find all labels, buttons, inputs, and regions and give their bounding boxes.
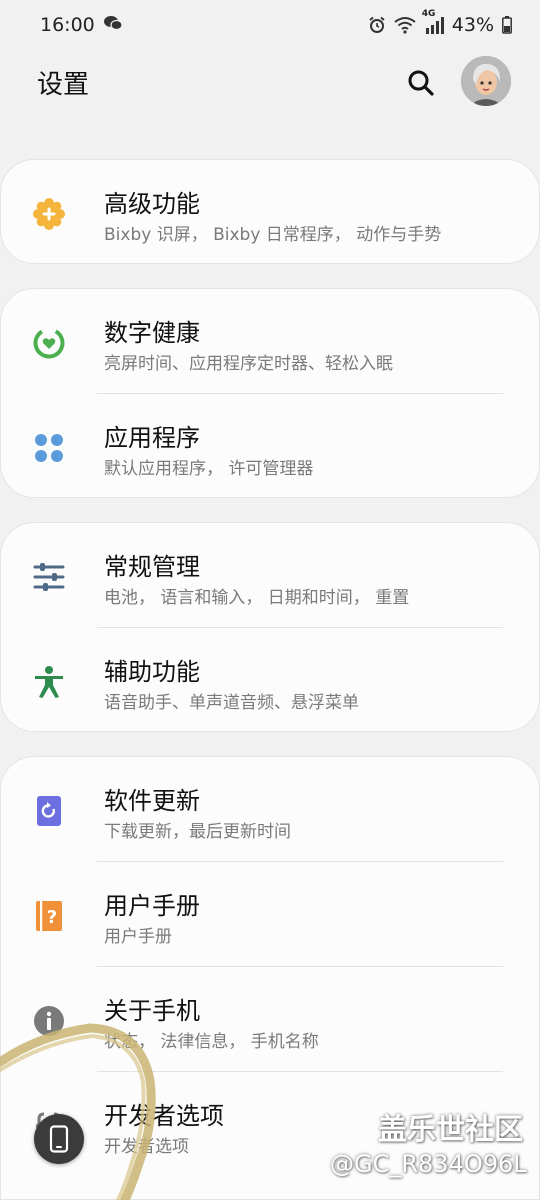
settings-item-accessibility[interactable]: 辅助功能 语音助手、单声道音频、悬浮菜单: [1, 628, 539, 733]
status-time: 16:00: [40, 14, 95, 36]
settings-item-digital-wellbeing[interactable]: 数字健康 亮屏时间、应用程序定时器、轻松入眠: [1, 289, 539, 394]
item-title: 用户手册: [104, 892, 200, 920]
apps-icon: [31, 430, 67, 466]
alarm-icon: [368, 16, 386, 34]
header: 设置: [0, 52, 540, 112]
wifi-icon: [394, 16, 416, 34]
item-subtitle: 状态， 法律信息， 手机名称: [104, 1032, 319, 1052]
settings-card-wellbeing: 数字健康 亮屏时间、应用程序定时器、轻松入眠 应用程序 默认应用程序， 许可管理…: [0, 288, 540, 498]
battery-percent: 43%: [451, 14, 494, 36]
item-title: 应用程序: [104, 424, 200, 452]
watermark-handle: @GC_R834O96L: [330, 1150, 527, 1178]
advanced-features-icon: [31, 196, 67, 232]
item-title: 开发者选项: [104, 1102, 224, 1130]
settings-item-apps[interactable]: 应用程序 默认应用程序， 许可管理器: [1, 394, 539, 499]
svg-text:?: ?: [47, 907, 57, 928]
search-icon: [408, 70, 434, 96]
battery-icon: [502, 16, 512, 34]
item-title: 常规管理: [104, 553, 200, 581]
accessibility-icon: [31, 664, 67, 700]
search-button[interactable]: [404, 66, 438, 100]
item-title: 软件更新: [104, 787, 200, 815]
info-icon: [31, 1003, 67, 1039]
phone-icon: [49, 1125, 69, 1153]
item-subtitle: 语音助手、单声道音频、悬浮菜单: [104, 693, 359, 713]
sliders-icon: [31, 559, 67, 595]
item-subtitle: 电池， 语言和输入， 日期和时间， 重置: [104, 588, 410, 608]
item-title: 高级功能: [104, 190, 200, 218]
avatar[interactable]: [461, 56, 511, 106]
settings-card-advanced: 高级功能 Bixby 识屏， Bixby 日常程序， 动作与手势: [0, 159, 540, 264]
page-title: 设置: [37, 69, 90, 100]
software-update-icon: [31, 793, 67, 829]
digital-wellbeing-icon: [31, 325, 67, 361]
settings-item-about-phone[interactable]: 关于手机 状态， 法律信息， 手机名称: [1, 967, 539, 1072]
item-subtitle: 用户手册: [104, 927, 172, 947]
item-subtitle: 下载更新，最后更新时间: [104, 822, 291, 842]
wechat-icon: [103, 14, 123, 36]
signal-icon: 4G: [422, 9, 444, 34]
floating-phone-button[interactable]: [34, 1114, 84, 1164]
item-title: 辅助功能: [104, 658, 200, 686]
user-manual-icon: ?: [31, 898, 67, 934]
settings-item-user-manual[interactable]: ? 用户手册 用户手册: [1, 862, 539, 967]
settings-item-general-management[interactable]: 常规管理 电池， 语言和输入， 日期和时间， 重置: [1, 523, 539, 628]
item-title: 关于手机: [104, 997, 200, 1025]
item-subtitle: 亮屏时间、应用程序定时器、轻松入眠: [104, 354, 393, 374]
item-subtitle: Bixby 识屏， Bixby 日常程序， 动作与手势: [104, 225, 442, 245]
watermark-brand: 盖乐世社区: [378, 1112, 524, 1146]
network-type: 4G: [421, 9, 436, 19]
item-subtitle: 开发者选项: [104, 1137, 189, 1157]
item-title: 数字健康: [104, 319, 200, 347]
status-bar: 16:00 4G 43%: [0, 0, 540, 50]
item-subtitle: 默认应用程序， 许可管理器: [104, 459, 314, 479]
settings-item-software-update[interactable]: 软件更新 下载更新，最后更新时间: [1, 757, 539, 862]
settings-card-general: 常规管理 电池， 语言和输入， 日期和时间， 重置 辅助功能 语音助手、单声道音…: [0, 522, 540, 732]
settings-item-advanced-features[interactable]: 高级功能 Bixby 识屏， Bixby 日常程序， 动作与手势: [1, 160, 539, 265]
